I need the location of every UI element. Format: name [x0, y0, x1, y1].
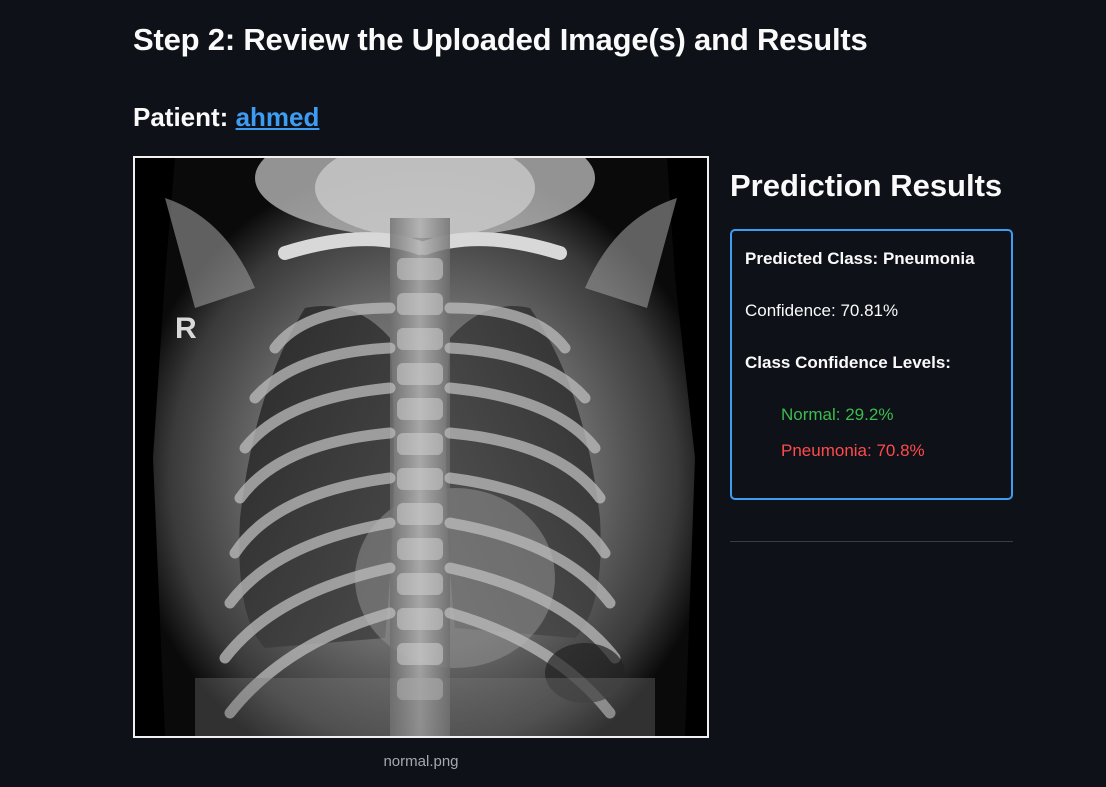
confidence-value: Confidence: 70.81%	[745, 301, 899, 320]
patient-heading: Patient: ahmed	[133, 102, 319, 133]
step-title: Step 2: Review the Uploaded Image(s) and…	[133, 22, 868, 57]
app-page: Step 2: Review the Uploaded Image(s) and…	[0, 0, 1106, 787]
results-card: Predicted Class: Pneumonia Confidence: 7…	[730, 229, 1013, 500]
xray-r-marker: R	[175, 312, 197, 345]
level-normal: Normal: 29.2%	[781, 405, 894, 424]
level-pneumonia: Pneumonia: 70.8%	[781, 441, 925, 460]
section-divider	[730, 541, 1013, 542]
image-caption: normal.png	[383, 753, 459, 770]
patient-name-link[interactable]: ahmed	[236, 102, 320, 132]
xray-image: R	[133, 156, 709, 738]
levels-heading: Class Confidence Levels:	[745, 353, 951, 372]
patient-label: Patient:	[133, 102, 236, 132]
results-title: Prediction Results	[730, 168, 1003, 203]
predicted-class: Predicted Class: Pneumonia	[745, 249, 975, 268]
